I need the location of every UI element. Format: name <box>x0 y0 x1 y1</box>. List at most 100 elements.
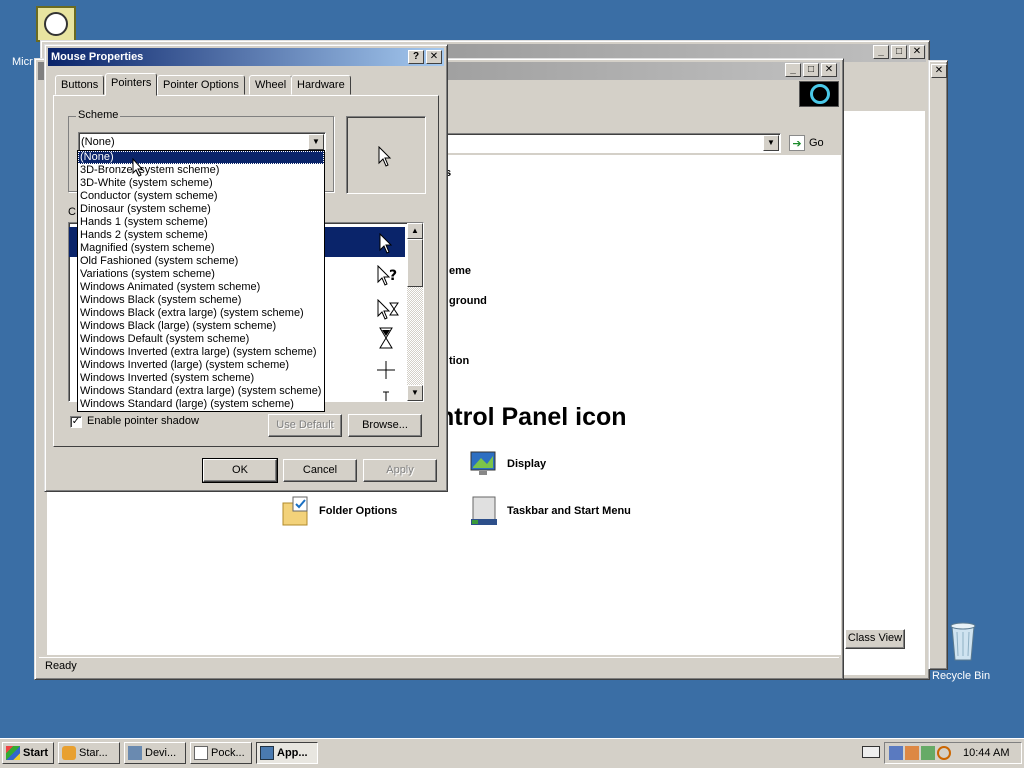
scheme-option[interactable]: Windows Animated (system scheme) <box>78 281 324 294</box>
dialog-close-button[interactable]: ✕ <box>426 50 442 64</box>
scheme-option[interactable]: Windows Standard (large) (system scheme) <box>78 398 324 411</box>
cp-item-label: Taskbar and Start Menu <box>507 505 631 517</box>
svg-text:?: ? <box>389 268 397 284</box>
status-text: Ready <box>45 660 77 672</box>
scheme-option[interactable]: (None) <box>78 151 324 164</box>
scheme-option[interactable]: Hands 2 (system scheme) <box>78 229 324 242</box>
scheme-option[interactable]: Magnified (system scheme) <box>78 242 324 255</box>
go-arrow-icon: ➔ <box>789 135 805 151</box>
use-default-button[interactable]: Use Default <box>268 414 342 437</box>
clock-doc-icon <box>44 12 68 36</box>
scheme-dropdown-list[interactable]: (None) 3D-Bronze (system scheme) 3D-White … <box>77 150 325 412</box>
dialog-titlebar: Mouse Properties <box>48 48 444 66</box>
recycle-bin-icon[interactable] <box>946 618 980 662</box>
text-select-icon <box>382 391 390 401</box>
volume-icon[interactable] <box>921 746 935 760</box>
minimize-button[interactable]: _ <box>873 45 889 59</box>
cp-item-taskbar[interactable]: Taskbar and Start Menu <box>469 495 631 527</box>
security-icon[interactable] <box>905 746 919 760</box>
minimize-button[interactable]: _ <box>785 63 801 77</box>
scheme-label: Scheme <box>76 109 121 121</box>
cp-item-label: Folder Options <box>319 505 398 517</box>
scheme-option[interactable]: Windows Black (system scheme) <box>78 294 324 307</box>
search-icon[interactable] <box>937 746 951 760</box>
close-button-far[interactable]: ✕ <box>931 64 947 78</box>
windows-flag-icon <box>6 746 20 760</box>
normal-select-icon <box>379 232 393 258</box>
recycle-bin-label: Recycle Bin <box>932 670 991 682</box>
browse-button[interactable]: Browse... <box>348 414 422 437</box>
go-button[interactable]: ➔ Go <box>787 133 837 153</box>
scheme-option[interactable]: Windows Standard (extra large) (system s… <box>78 385 324 398</box>
busy-hourglass-icon <box>379 327 393 352</box>
address-bar[interactable]: ▼ <box>445 133 781 153</box>
class-view-button[interactable]: Class View <box>845 629 905 649</box>
scheme-dropdown-arrow[interactable]: ▼ <box>308 134 324 150</box>
apply-button[interactable]: Apply <box>363 459 437 482</box>
address-dropdown-button[interactable]: ▼ <box>763 135 779 151</box>
pointer-shadow-checkbox[interactable]: ✓ <box>70 416 82 428</box>
start-button[interactable]: Start <box>2 742 54 764</box>
help-button[interactable]: ? <box>408 50 424 64</box>
start-label: Start <box>23 747 49 759</box>
precision-select-icon <box>377 361 395 382</box>
task-label: App... <box>277 747 308 759</box>
scroll-down-button[interactable]: ▼ <box>407 385 423 401</box>
page-heading: ntrol Panel icon <box>439 403 627 431</box>
scheme-option[interactable]: 3D-White (system scheme) <box>78 177 324 190</box>
pointer-shadow-label: Enable pointer shadow <box>87 415 199 427</box>
outer-window-controls: _ □ ✕ <box>873 45 925 59</box>
scheme-option[interactable]: Old Fashioned (system scheme) <box>78 255 324 268</box>
cancel-button[interactable]: Cancel <box>283 459 357 482</box>
tab-hardware[interactable]: Hardware <box>291 75 351 95</box>
tab-pointers[interactable]: Pointers <box>105 73 158 96</box>
desktop-icon-top-left[interactable] <box>36 6 76 42</box>
taskbar-item-4[interactable]: App... <box>256 742 318 764</box>
task-label: Devi... <box>145 747 177 759</box>
scheme-option[interactable]: Hands 1 (system scheme) <box>78 216 324 229</box>
status-bar: Ready <box>39 657 839 675</box>
working-in-background-icon <box>377 298 401 324</box>
scroll-thumb[interactable] <box>407 239 423 287</box>
tab-wheel[interactable]: Wheel <box>249 75 293 95</box>
scheme-option[interactable]: Windows Inverted (system scheme) <box>78 372 324 385</box>
scheme-option[interactable]: Conductor (system scheme) <box>78 190 324 203</box>
scheme-option[interactable]: Windows Black (large) (system scheme) <box>78 320 324 333</box>
clock[interactable]: 10:44 AM <box>963 747 1009 759</box>
scroll-up-button[interactable]: ▲ <box>407 223 423 239</box>
tab-buttons[interactable]: Buttons <box>55 75 105 95</box>
cursor-list-scrollbar[interactable]: ▲ ▼ <box>407 223 423 401</box>
taskbar-item-3[interactable]: Pock... <box>190 742 252 764</box>
document-icon <box>194 746 208 760</box>
keyboard-icon[interactable] <box>862 746 880 758</box>
windows-logo-icon <box>799 81 839 107</box>
scheme-option[interactable]: Windows Default (system scheme) <box>78 333 324 346</box>
ok-button[interactable]: OK <box>202 458 278 483</box>
start-app-icon <box>62 746 76 760</box>
close-button[interactable]: ✕ <box>821 63 837 77</box>
taskbar-item-1[interactable]: Star... <box>58 742 120 764</box>
device-manager-icon <box>128 746 142 760</box>
customize-label: C <box>68 206 76 218</box>
scheme-option[interactable]: Windows Inverted (extra large) (system s… <box>78 346 324 359</box>
scheme-option[interactable]: Variations (system scheme) <box>78 268 324 281</box>
scheme-combo[interactable]: (None) ▼ <box>78 132 326 152</box>
taskbar-item-2[interactable]: Devi... <box>124 742 186 764</box>
dialog-title: Mouse Properties <box>51 51 144 63</box>
scheme-option[interactable]: Windows Black (extra large) (system sche… <box>78 307 324 320</box>
maximize-button[interactable]: □ <box>891 45 907 59</box>
scheme-option[interactable]: 3D-Bronze (system scheme) <box>78 164 324 177</box>
partial-item-2: eme <box>449 265 472 277</box>
far-right-window-edge: ✕ <box>928 60 948 670</box>
maximize-button[interactable]: □ <box>803 63 819 77</box>
task-label: Star... <box>79 747 108 759</box>
control-panel-window-controls: _ □ ✕ <box>785 63 837 77</box>
cp-item-display[interactable]: Display <box>469 449 546 479</box>
tab-pointer-options[interactable]: Pointer Options <box>157 75 245 95</box>
cp-item-folder-options[interactable]: Folder Options <box>281 495 397 527</box>
network-icon[interactable] <box>889 746 903 760</box>
scheme-option[interactable]: Windows Inverted (large) (system scheme) <box>78 359 324 372</box>
task-label: Pock... <box>211 747 245 759</box>
scheme-option[interactable]: Dinosaur (system scheme) <box>78 203 324 216</box>
close-button[interactable]: ✕ <box>909 45 925 59</box>
